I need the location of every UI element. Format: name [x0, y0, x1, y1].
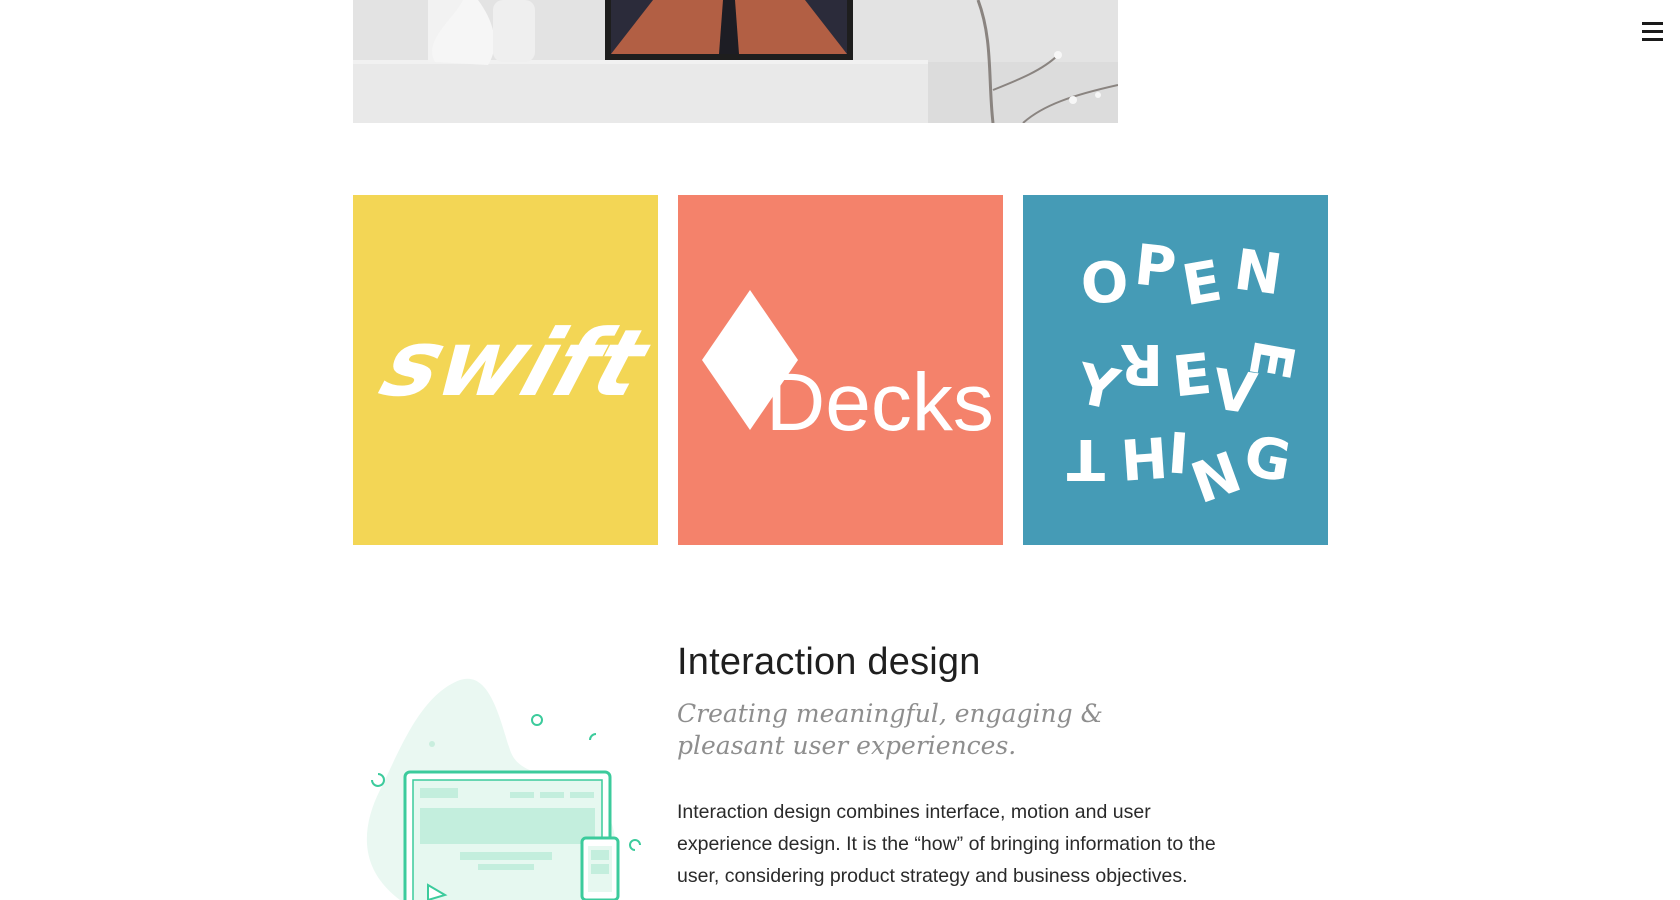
open-everything-logo: O P E N Y R E V E T H I N G [1023, 195, 1328, 545]
project-tile-open-everything[interactable]: O P E N Y R E V E T H I N G [1023, 195, 1328, 545]
page: swift Decks O P E N Y R E V E T H I N G … [0, 0, 1680, 900]
project-tile-decks[interactable]: Decks [678, 195, 1003, 545]
svg-text:T: T [1067, 426, 1105, 491]
hamburger-menu-button[interactable] [1642, 22, 1664, 44]
interaction-design-section: Interaction design Creating meaningful, … [677, 640, 1237, 892]
section-title: Interaction design [677, 641, 981, 683]
room-mockup-image [353, 0, 1118, 123]
project-tile-swift[interactable]: swift [353, 195, 658, 545]
decks-logo: Decks [678, 195, 1003, 545]
decks-logo-text: Decks [766, 357, 994, 448]
svg-text:R: R [1120, 331, 1163, 396]
svg-text:N: N [1230, 237, 1285, 308]
devices-illustration [360, 670, 660, 900]
swift-logo-text: swift [369, 310, 658, 417]
svg-text:O: O [1079, 250, 1131, 318]
svg-text:H: H [1119, 427, 1170, 495]
hero-image [353, 0, 1118, 123]
section-subtitle: Creating meaningful, engaging & pleasant… [677, 698, 1103, 760]
swift-logo: swift [353, 195, 658, 545]
section-body: Interaction design combines interface, m… [677, 800, 1216, 887]
svg-text:P: P [1132, 233, 1180, 302]
svg-text:E: E [1170, 342, 1215, 411]
